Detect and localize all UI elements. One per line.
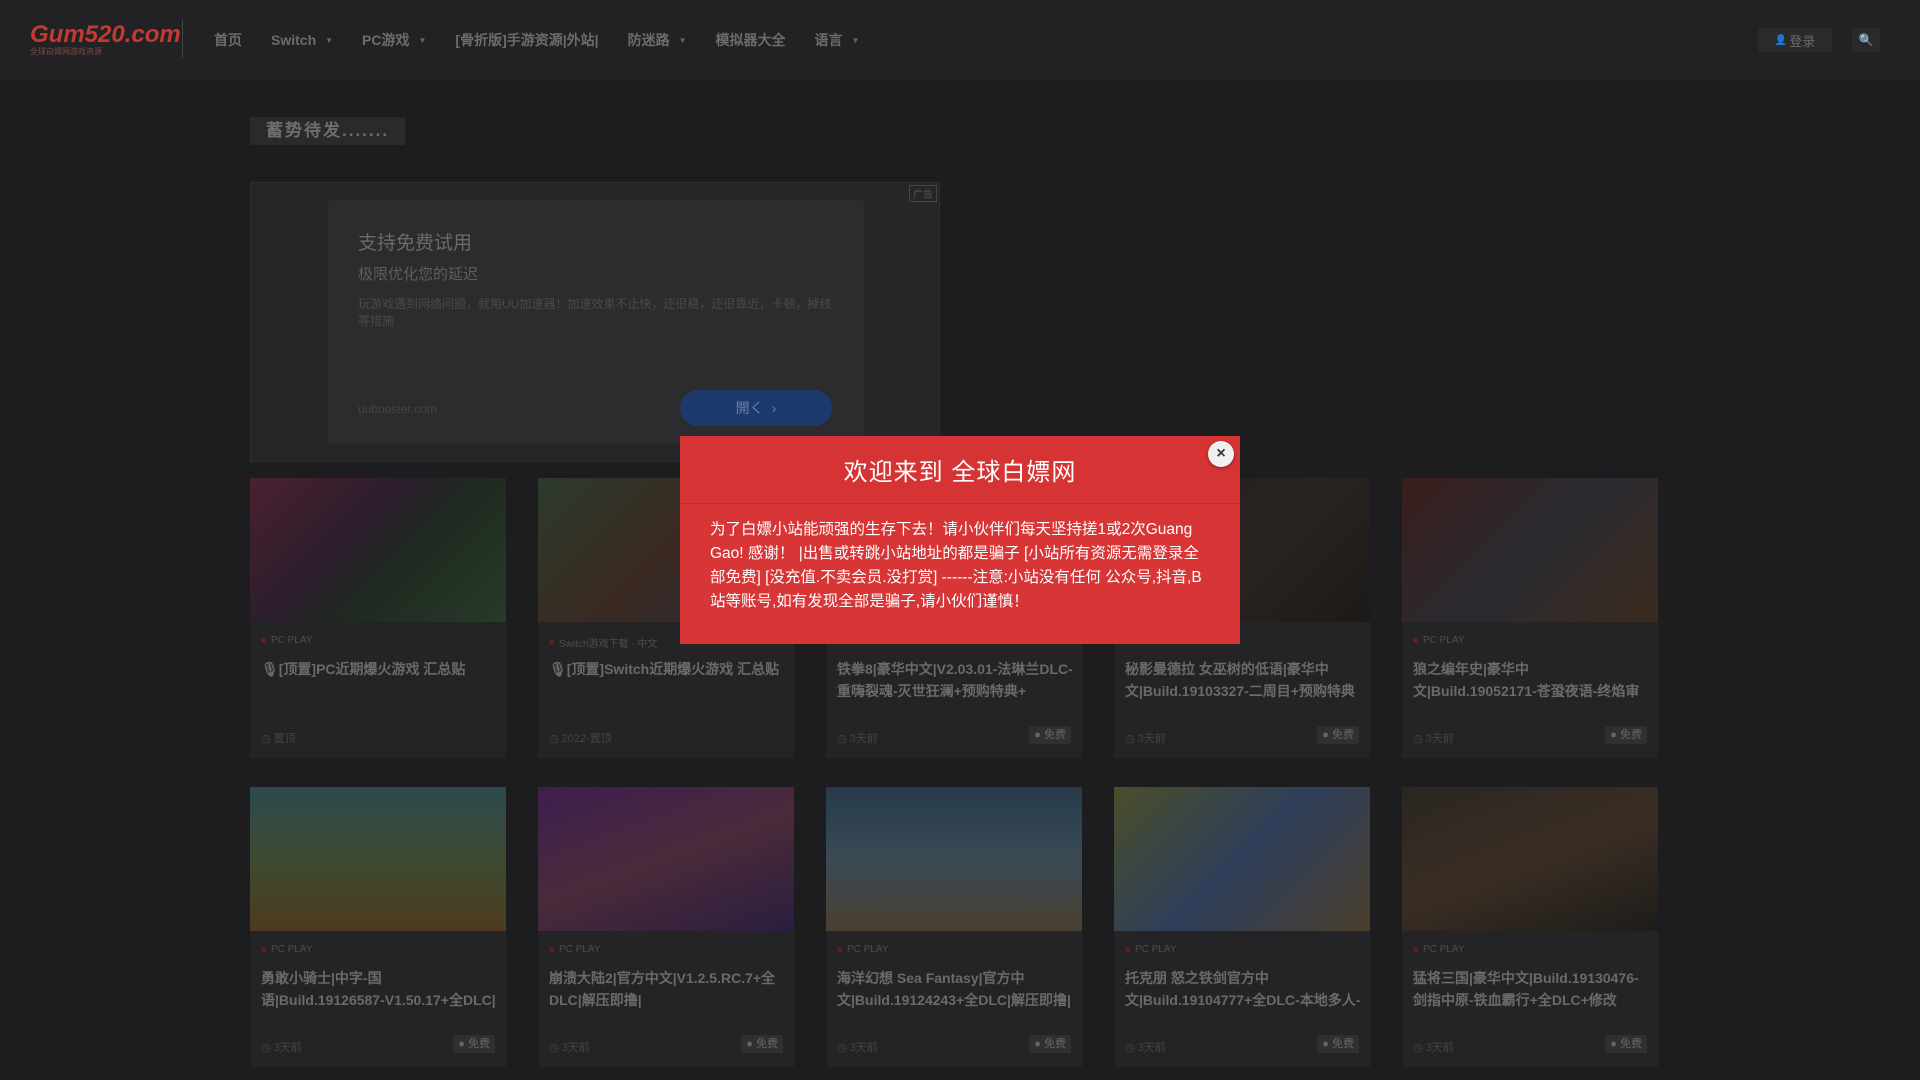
modal-header: 欢迎来到 全球白嫖网	[680, 436, 1240, 504]
welcome-modal: 欢迎来到 全球白嫖网 × 为了白嫖小站能顽强的生存下去！请小伙伴们每天坚持搓1或…	[680, 436, 1240, 644]
close-icon[interactable]: ×	[1208, 441, 1234, 467]
modal-body: 为了白嫖小站能顽强的生存下去！请小伙伴们每天坚持搓1或2次Guang Gao! …	[710, 521, 1202, 610]
modal-title: 欢迎来到 全球白嫖网	[843, 459, 1077, 486]
